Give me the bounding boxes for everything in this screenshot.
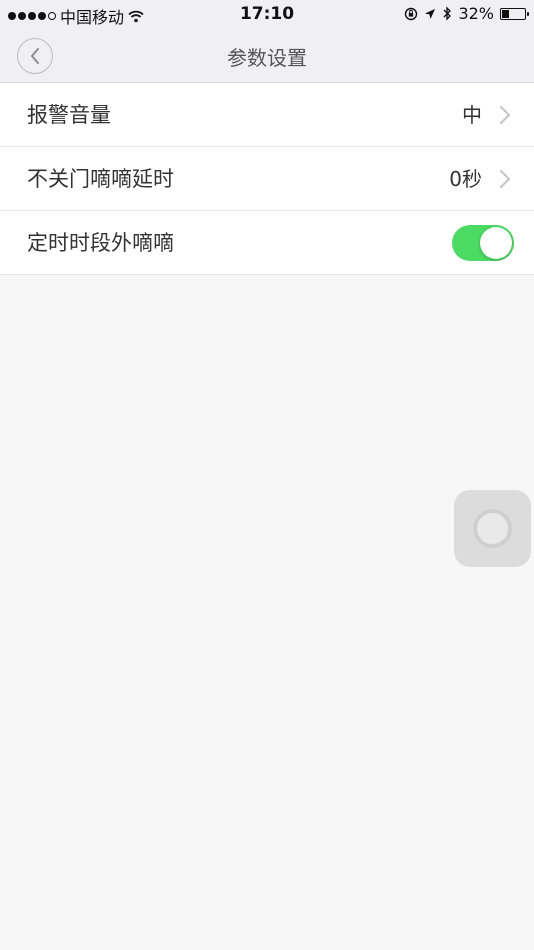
battery-icon <box>500 7 529 20</box>
toggle-knob[interactable] <box>480 227 512 259</box>
bluetooth-icon <box>443 6 452 21</box>
battery-percent: 32% <box>458 4 494 23</box>
setting-value: 中 <box>462 103 482 127</box>
settings-list: 报警音量 中 不关门嘀嘀延时 0秒 定时时段外嘀嘀 <box>0 83 534 275</box>
setting-row-alarm-volume[interactable]: 报警音量 中 <box>0 83 534 147</box>
setting-label: 不关门嘀嘀延时 <box>27 167 174 191</box>
assistive-touch-button[interactable] <box>454 490 531 567</box>
status-bar: 中国移动 17:10 32% <box>0 0 534 28</box>
setting-value: 0秒 <box>449 167 482 191</box>
status-bar-right: 32% <box>404 4 529 23</box>
battery-level-fill <box>502 9 509 18</box>
page-title: 参数设置 <box>227 46 307 70</box>
setting-label: 定时时段外嘀嘀 <box>27 231 174 255</box>
location-arrow-icon <box>425 8 436 19</box>
nav-bar: 参数设置 <box>0 28 534 83</box>
assistive-touch-icon <box>473 509 512 548</box>
off-schedule-beep-toggle[interactable] <box>452 225 514 261</box>
chevron-right-icon <box>500 170 510 188</box>
setting-label: 报警音量 <box>27 103 111 127</box>
setting-row-door-beep-delay[interactable]: 不关门嘀嘀延时 0秒 <box>0 147 534 211</box>
setting-row-off-schedule-beep: 定时时段外嘀嘀 <box>0 211 534 275</box>
chevron-right-icon <box>500 106 510 124</box>
orientation-lock-icon <box>405 7 418 20</box>
